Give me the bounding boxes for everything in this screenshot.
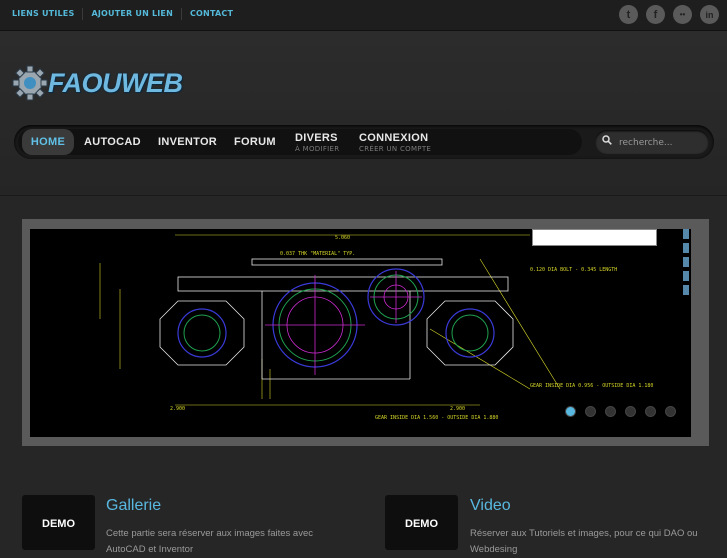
slide-thumb[interactable] xyxy=(683,229,689,239)
slide-thumb[interactable] xyxy=(683,243,689,253)
gallerie-title[interactable]: Gallerie xyxy=(106,497,161,515)
slide-thumb[interactable] xyxy=(683,285,689,295)
slider-dot[interactable] xyxy=(625,406,636,417)
header-divider xyxy=(0,195,727,196)
gallerie-text: Cette partie sera réserver aux images fa… xyxy=(106,528,313,555)
link-liens-utiles[interactable]: LIENS UTILES xyxy=(4,8,84,20)
slide-thumb[interactable] xyxy=(683,271,689,281)
nav-connexion-label: CONNEXION xyxy=(359,131,429,144)
top-bar: LIENS UTILES AJOUTER UN LIEN CONTACT t f… xyxy=(0,0,727,31)
video-demo-label: DEMO xyxy=(405,518,438,530)
site-header xyxy=(0,31,727,195)
gallerie-demo-label: DEMO xyxy=(42,518,75,530)
slider-dot[interactable] xyxy=(605,406,616,417)
svg-text:GEAR INSIDE DIA 0.956 - OUTSID: GEAR INSIDE DIA 0.956 - OUTSIDE DIA 1.18… xyxy=(530,383,653,389)
link-ajouter-un-lien[interactable]: AJOUTER UN LIEN xyxy=(83,8,182,20)
slide-thumbnails xyxy=(683,229,689,317)
svg-text:2.900: 2.900 xyxy=(170,406,185,412)
slide-thumb[interactable] xyxy=(683,257,689,267)
slider-pagination xyxy=(565,406,676,417)
slider-dot[interactable] xyxy=(645,406,656,417)
search-input[interactable] xyxy=(617,134,707,151)
slider-dot[interactable] xyxy=(565,406,576,417)
nav-menu: HOME AUTOCAD INVENTOR FORUM DIVERS À MOD… xyxy=(18,129,582,155)
flickr-icon[interactable]: •• xyxy=(673,5,692,24)
main-nav: HOME AUTOCAD INVENTOR FORUM DIVERS À MOD… xyxy=(14,125,714,159)
social-links: t f •• in xyxy=(619,5,719,24)
nav-divers-label: DIVERS xyxy=(295,131,338,144)
nav-inventor-label: INVENTOR xyxy=(158,136,218,148)
slide-caption-box xyxy=(532,229,657,246)
svg-text:2.900: 2.900 xyxy=(450,406,465,412)
nav-home-label: HOME xyxy=(30,136,66,148)
logo-text: FAOUWEB xyxy=(48,67,183,98)
svg-text:5.060: 5.060 xyxy=(335,235,350,241)
svg-text:GEAR INSIDE DIA 1.560 - OUTSID: GEAR INSIDE DIA 1.560 - OUTSIDE DIA 1.88… xyxy=(375,415,498,421)
linkedin-icon[interactable]: in xyxy=(700,5,719,24)
svg-text:0.037 THK "MATERIAL" TYP.: 0.037 THK "MATERIAL" TYP. xyxy=(280,251,355,257)
gallerie-demo-thumb[interactable]: DEMO xyxy=(22,495,95,550)
nav-inventor[interactable]: INVENTOR xyxy=(158,129,217,155)
video-title[interactable]: Video xyxy=(470,497,511,515)
search-icon xyxy=(602,135,612,145)
nav-divers[interactable]: DIVERS À MODIFIER xyxy=(295,129,339,155)
svg-text:0.120 DIA BOLT - 0.345 LENGTH: 0.120 DIA BOLT - 0.345 LENGTH xyxy=(530,267,617,273)
video-text: Réserver aux Tutoriels et images, pour c… xyxy=(470,528,698,555)
nav-autocad-label: AUTOCAD xyxy=(84,136,141,148)
slide-image: 0.037 THK "MATERIAL" TYP. 0.120 DIA BOLT… xyxy=(30,229,691,437)
top-links: LIENS UTILES AJOUTER UN LIEN CONTACT xyxy=(4,8,241,20)
slider-dot[interactable] xyxy=(585,406,596,417)
nav-forum[interactable]: FORUM xyxy=(234,129,276,155)
image-slider: 0.037 THK "MATERIAL" TYP. 0.120 DIA BOLT… xyxy=(22,219,709,446)
nav-connexion[interactable]: CONNEXION CRÉER UN COMPTE xyxy=(359,129,431,155)
facebook-icon[interactable]: f xyxy=(646,5,665,24)
site-logo[interactable]: FAOUWEB xyxy=(12,63,183,103)
link-contact[interactable]: CONTACT xyxy=(182,8,241,20)
gear-icon xyxy=(12,65,48,101)
slider-dot[interactable] xyxy=(665,406,676,417)
nav-home[interactable]: HOME xyxy=(22,129,74,155)
nav-forum-label: FORUM xyxy=(234,136,276,148)
nav-connexion-sub: CRÉER UN COMPTE xyxy=(359,144,432,153)
twitter-icon[interactable]: t xyxy=(619,5,638,24)
nav-autocad[interactable]: AUTOCAD xyxy=(84,129,141,155)
search-box xyxy=(595,130,709,154)
video-demo-thumb[interactable]: DEMO xyxy=(385,495,458,550)
nav-divers-sub: À MODIFIER xyxy=(295,144,340,153)
